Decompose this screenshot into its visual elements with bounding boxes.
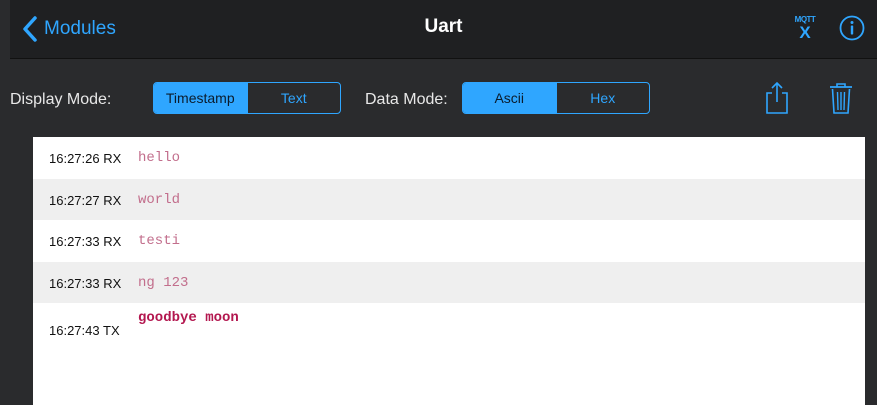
trash-icon [828, 83, 854, 119]
toolbar: Display Mode: Timestamp Text Data Mode: … [10, 59, 877, 137]
log-message: hello [138, 150, 181, 166]
trash-button[interactable] [828, 81, 854, 115]
display-mode-text-segment[interactable]: Text [246, 83, 341, 113]
page-title: Uart [424, 16, 463, 37]
navigation-bar: Modules Uart MQTT X [10, 0, 877, 59]
log-row: 16:27:33 RX testi [33, 220, 865, 262]
log-row: 16:27:43 TX goodbye moon [33, 303, 865, 345]
log-timestamp: 16:27:26 RX [49, 151, 122, 166]
log-row: 16:27:27 RX world [33, 178, 865, 220]
log-timestamp: 16:27:27 RX [49, 192, 122, 208]
display-mode-control: Timestamp Text [153, 82, 341, 114]
mqtt-button[interactable]: MQTT X [790, 14, 820, 42]
data-mode-label: Data Mode: [365, 91, 448, 108]
log-timestamp: 16:27:43 TX [49, 323, 120, 338]
log-message: goodbye moon [138, 310, 239, 326]
share-button[interactable] [764, 81, 790, 115]
display-mode-timestamp-segment[interactable]: Timestamp [154, 83, 247, 113]
info-button[interactable] [838, 14, 866, 42]
data-mode-control: Ascii Hex [462, 82, 650, 114]
log-timestamp: 16:27:33 RX [49, 234, 122, 249]
data-mode-ascii-segment[interactable]: Ascii [463, 83, 556, 113]
log-row: 16:27:33 RX ng 123 [33, 261, 865, 303]
display-mode-label: Display Mode: [10, 91, 112, 108]
log-row: 16:27:26 RX hello [33, 137, 865, 179]
data-mode-hex-segment[interactable]: Hex [555, 83, 650, 113]
log-message: ng 123 [138, 274, 189, 291]
share-icon [764, 81, 790, 119]
info-icon [838, 15, 866, 46]
uart-log[interactable]: 16:27:26 RX hello 16:27:27 RX world 16:2… [33, 137, 865, 405]
log-timestamp: 16:27:33 RX [49, 275, 122, 291]
log-message: world [138, 191, 181, 208]
mqtt-icon-bottom-label: X [799, 23, 811, 42]
log-message: testi [138, 233, 181, 249]
